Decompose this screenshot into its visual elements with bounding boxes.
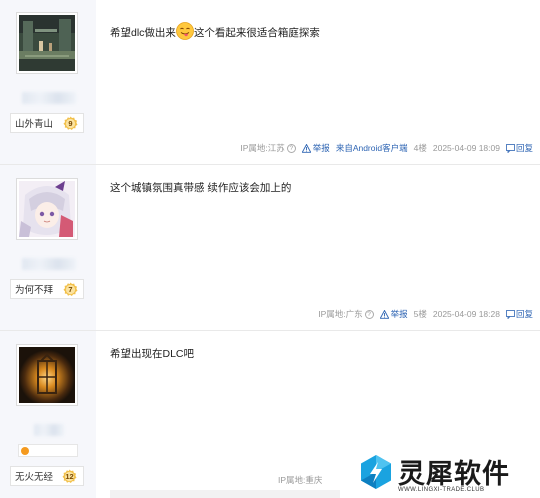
report-label: 举报 [390,309,408,319]
forum-badge-label: 山外青山 [15,119,54,130]
post-text: 这个城镇氛围真带感 续作应该会加上的 [110,182,292,194]
reply-label: 回复 [515,143,533,153]
level-number: 9 [68,119,73,128]
forum-level-badge[interactable]: 无火无经 12 [10,466,84,486]
post-floor-4: 山外青山 9 希望dlc做出来 这个看起来很适合箱庭探索 IP属地:江苏 ? 举报… [0,0,540,165]
reply-button[interactable]: 回复 [506,142,533,154]
help-icon[interactable]: ? [286,143,296,153]
level-number: 7 [68,285,73,294]
post-content: 这个城镇氛围真带感 续作应该会加上的 [110,179,291,197]
forum-level-badge[interactable]: 山外青山 9 [10,113,84,133]
reply-area [110,490,340,498]
level-icon: 7 [63,282,78,297]
post-floor-5: 为何不拜 7 这个城镇氛围真带感 续作应该会加上的 IP属地:广东 ? 举报 5… [0,165,540,331]
help-icon[interactable]: ? [364,309,374,319]
floor-number: 5楼 [413,309,427,319]
username[interactable] [22,258,76,270]
site-watermark: 灵犀软件 WWW.LINGXI-TRADE.CLUB [356,452,534,496]
ip-location: IP属地:重庆 [278,475,323,485]
post-time: 2025-04-09 18:28 [432,309,500,319]
level-number: 12 [65,472,74,481]
floor-number: 4楼 [413,143,427,153]
reply-button[interactable]: 回复 [506,308,533,320]
post-meta: IP属地:广东 ? 举报 5楼 2025-04-09 18:28 回复 [318,308,533,320]
reply-icon [506,143,515,153]
post-meta: IP属地:江苏 ? 举报 来自Android客户端 4楼 2025-04-09 … [240,142,533,154]
reply-label: 回复 [515,309,533,319]
post-meta: IP属地:重庆 [278,474,322,486]
report-button[interactable]: 举报 [301,142,330,154]
forum-badge-label: 为何不拜 [15,285,54,296]
level-icon: 12 [61,469,78,484]
avatar[interactable] [16,178,78,240]
warning-icon [379,309,389,319]
post-time: 2025-04-09 18:09 [432,143,500,153]
post-text: 希望dlc做出来 [110,27,176,39]
username[interactable] [22,92,76,104]
level-icon: 9 [63,116,78,131]
post-content: 希望dlc做出来 这个看起来很适合箱庭探索 [110,22,320,42]
post-text-continued: 这个看起来很适合箱庭探索 [193,27,320,39]
username[interactable] [34,424,64,436]
tongue-emoji-icon [176,22,194,40]
watermark-subtitle: WWW.LINGXI-TRADE.CLUB [398,487,485,493]
client-link[interactable]: 来自Android客户端 [336,142,408,154]
online-dot-icon [21,447,29,455]
post-text: 希望出现在DLC吧 [110,348,195,360]
post-content: 希望出现在DLC吧 [110,345,194,363]
reply-icon [506,309,515,319]
ip-location: IP属地:广东 [318,309,363,319]
watermark-title: 灵犀软件 [398,459,510,490]
report-button[interactable]: 举报 [379,308,408,320]
forum-badge-label: 无火无经 [15,472,54,483]
avatar[interactable] [16,12,78,74]
report-label: 举报 [312,143,330,153]
forum-level-badge[interactable]: 为何不拜 7 [10,279,84,299]
online-status-bar [18,444,78,457]
ip-location: IP属地:江苏 [240,143,285,153]
avatar[interactable] [16,344,78,406]
lingxi-logo-icon [361,455,391,489]
warning-icon [301,143,311,153]
